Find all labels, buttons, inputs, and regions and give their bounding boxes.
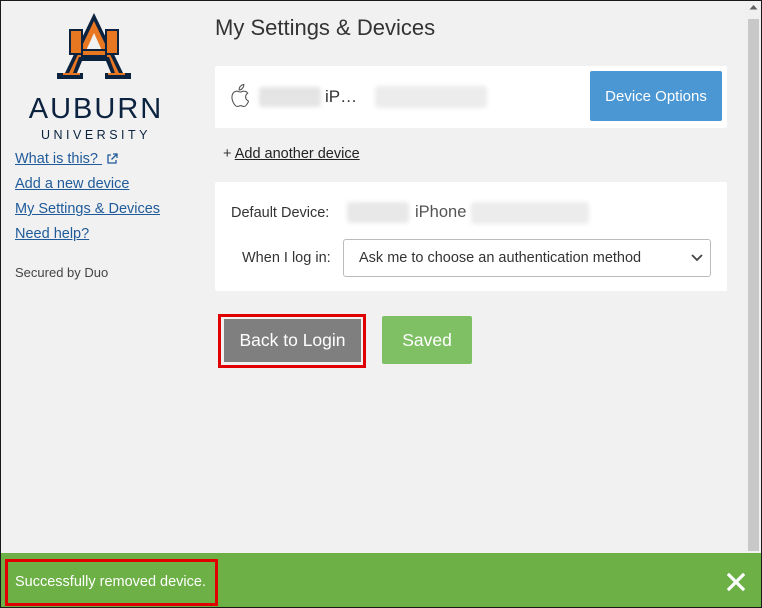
- default-device-value: iPhone: [415, 203, 467, 221]
- sidebar-link-what-is-this[interactable]: What is this?: [15, 151, 118, 167]
- add-another-device-link[interactable]: Add another device: [235, 146, 360, 162]
- secured-by-text: Secured by Duo: [15, 265, 109, 280]
- sidebar-link-my-settings[interactable]: My Settings & Devices: [15, 201, 160, 217]
- duo-settings-window: AUBURN UNIVERSITY What is this? Add a ne…: [0, 0, 762, 608]
- back-to-login-button[interactable]: Back to Login: [224, 319, 361, 362]
- add-device-prefix: +: [223, 146, 232, 162]
- status-bar: Successfully removed device.: [1, 553, 761, 607]
- logo-subtitle: UNIVERSITY: [40, 128, 151, 142]
- redacted-phone-number: [471, 202, 589, 224]
- saved-button[interactable]: Saved: [382, 316, 472, 364]
- chevron-down-icon: [691, 254, 703, 262]
- redacted-phone-number: [375, 86, 487, 108]
- sidebar-link-add-device[interactable]: Add a new device: [15, 176, 129, 192]
- close-icon[interactable]: [725, 571, 747, 593]
- scroll-up-arrow-icon[interactable]: [749, 4, 758, 10]
- auburn-au-mark-icon: [57, 13, 131, 79]
- sidebar-link-need-help[interactable]: Need help?: [15, 226, 89, 242]
- redacted-device-owner: [259, 87, 321, 107]
- add-another-device[interactable]: + Add another device: [223, 146, 360, 162]
- default-device-label: Default Device:: [231, 205, 330, 221]
- page-title: My Settings & Devices: [215, 15, 436, 40]
- device-options-button[interactable]: Device Options: [590, 71, 722, 121]
- apple-icon: [231, 84, 249, 108]
- logo-wordmark: AUBURN: [28, 93, 164, 125]
- status-message: Successfully removed device.: [15, 574, 206, 590]
- settings-card: Default Device: iPhone When I log in: As…: [215, 182, 727, 291]
- vertical-scrollbar[interactable]: [746, 1, 761, 553]
- device-name: iP…: [325, 87, 358, 106]
- redacted-device-owner: [347, 202, 409, 223]
- scrollbar-thumb[interactable]: [748, 19, 759, 551]
- sidebar: AUBURN UNIVERSITY What is this? Add a ne…: [1, 1, 201, 553]
- login-behavior-label: When I log in:: [242, 250, 331, 266]
- login-behavior-select[interactable]: Ask me to choose an authentication metho…: [343, 239, 711, 277]
- sidebar-link-label: What is this?: [15, 151, 98, 167]
- device-card: iP… Device Options: [215, 66, 727, 128]
- external-link-icon: [107, 153, 118, 164]
- login-behavior-selected: Ask me to choose an authentication metho…: [359, 250, 642, 266]
